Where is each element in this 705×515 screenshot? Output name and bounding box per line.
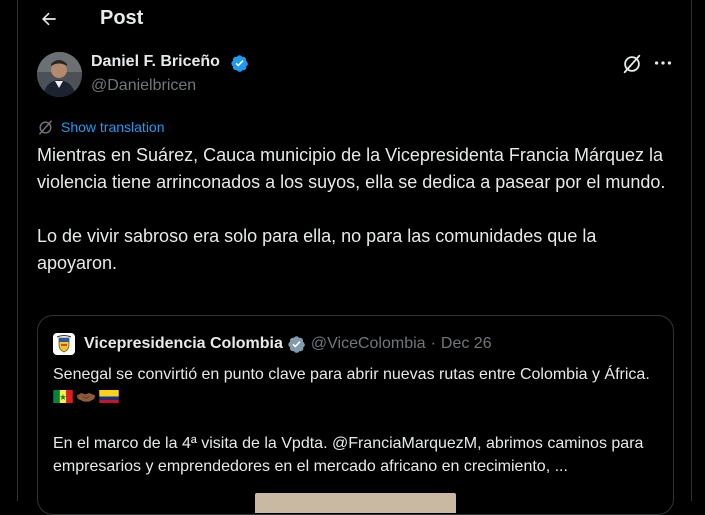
quote-author-name[interactable]: Vicepresidencia Colombia xyxy=(84,335,283,353)
senegal-flag-icon xyxy=(53,390,73,403)
author-avatar[interactable] xyxy=(37,52,82,97)
grok-icon[interactable] xyxy=(621,53,643,75)
quote-media-image[interactable] xyxy=(255,493,456,513)
quoted-post-card[interactable]: Vicepresidencia Colombia @ViceColombia ·… xyxy=(37,315,674,515)
handshake-icon xyxy=(76,393,96,402)
post-column: Post Daniel F. Briceño @Danielbricen Sho… xyxy=(17,0,692,515)
post-text: Mientras en Suárez, Cauca municipio de l… xyxy=(37,142,667,277)
back-button[interactable] xyxy=(36,6,62,32)
post-paragraph: Lo de vivir sabroso era solo para ella, … xyxy=(37,226,597,273)
quote-separator: · xyxy=(430,335,436,352)
arrow-left-icon xyxy=(42,12,56,26)
gold-verified-icon xyxy=(288,335,305,353)
coat-of-arms-icon xyxy=(56,335,72,353)
more-horizontal-icon[interactable] xyxy=(652,52,674,74)
post-header: Post xyxy=(18,0,691,40)
show-translation-link[interactable]: Show translation xyxy=(37,117,165,137)
quote-author-handle[interactable]: @ViceColombia xyxy=(311,335,426,353)
author-name[interactable]: Daniel F. Briceño xyxy=(91,53,220,71)
author-handle[interactable]: @Danielbricen xyxy=(91,77,196,95)
quote-header: Vicepresidencia Colombia @ViceColombia ·… xyxy=(84,333,492,355)
quote-paragraph: Senegal se convirtió en punto clave para… xyxy=(53,363,658,409)
post-paragraph: Mientras en Suárez, Cauca municipio de l… xyxy=(37,145,666,192)
quote-date[interactable]: Dec 26 xyxy=(441,335,492,353)
quote-paragraph: En el marco de la 4ª visita de la Vpdta.… xyxy=(53,435,644,475)
quote-text: Senegal se convirtió en punto clave para… xyxy=(53,363,658,478)
page-title: Post xyxy=(100,7,144,29)
quote-paragraph-text: Senegal se convirtió en punto clave para… xyxy=(53,366,650,383)
grok-translate-icon xyxy=(39,119,52,135)
blue-verified-icon xyxy=(231,55,248,72)
avatar-image xyxy=(37,52,82,97)
colombia-flag-icon xyxy=(99,390,119,403)
quote-avatar[interactable] xyxy=(53,333,75,355)
show-translation-label: Show translation xyxy=(61,119,165,135)
